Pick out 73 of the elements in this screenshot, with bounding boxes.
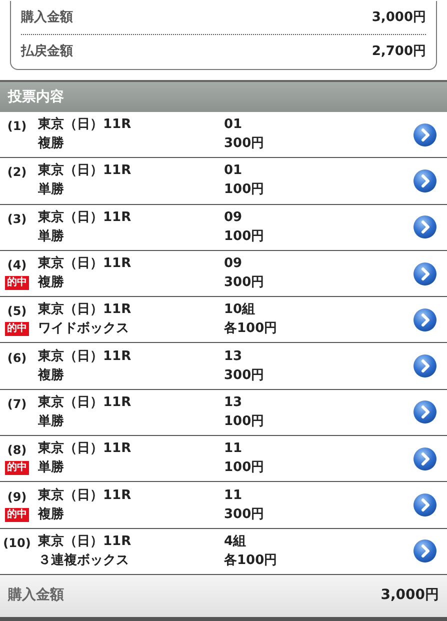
bet-number: (8) [7,442,27,458]
bet-amount: 300円 [224,275,266,292]
bet-amount: 300円 [224,506,266,523]
bet-number: (2) [7,164,27,180]
horse-numbers: 01 [224,163,244,180]
race-name: 東京（日）11R [38,348,132,365]
horse-numbers: 10組 [224,302,256,318]
footer-value: 3,000円 [380,586,439,606]
horse-numbers: 09 [224,256,244,272]
race-name: 東京（日）11R [38,394,132,411]
bet-type: ３連複ボックス [38,552,130,569]
race-name: 東京（日）11R [38,210,132,226]
bet-row[interactable]: (3) 東京（日）11R 単勝 09 100円 [0,204,447,251]
race-name: 東京（日）11R [38,441,132,458]
bet-amount: 各100円 [224,321,278,338]
race-name: 東京（日）11R [38,117,132,134]
bet-type: 単勝 [38,414,65,430]
bet-number: (10) [3,534,31,551]
hit-badge: 的中 [5,276,29,290]
chevron-right-icon[interactable] [413,122,437,147]
footer-label: 購入金額 [8,586,64,606]
chevron-right-icon[interactable] [413,354,437,378]
chevron-right-icon[interactable] [413,215,437,240]
race-name: 東京（日）11R [38,534,132,550]
bet-amount: 300円 [224,136,266,152]
race-name: 東京（日）11R [38,302,132,318]
horse-numbers: 11 [224,441,244,458]
bet-number: (5) [7,303,27,320]
summary-value: 2,700円 [372,43,426,62]
chevron-right-icon[interactable] [413,446,437,471]
bet-type: 複勝 [38,506,65,523]
summary-value: 3,000円 [372,8,426,27]
summary-label: 購入金額 [21,8,73,27]
bet-type: 単勝 [38,460,65,476]
bet-number: (1) [7,118,27,134]
bet-type: 複勝 [38,368,65,384]
bet-amount: 100円 [224,460,266,476]
hit-badge: 的中 [5,322,29,336]
bet-type: 複勝 [38,136,65,152]
bet-type: 複勝 [38,275,65,292]
hit-badge: 的中 [5,508,29,522]
horse-numbers: 09 [224,210,244,226]
section-title: 投票内容 [8,88,64,106]
horse-numbers: 4組 [224,534,248,550]
bet-amount: 100円 [224,414,266,430]
horse-numbers: 11 [224,488,244,504]
bet-type: ワイドボックス [38,321,130,338]
chevron-right-icon[interactable] [413,493,437,518]
bet-number: (7) [7,396,27,412]
bet-type: 単勝 [38,182,65,198]
bet-row[interactable]: (10) 東京（日）11R ３連複ボックス 4組 各100円 [0,528,447,575]
bet-number: (6) [7,350,27,366]
race-name: 東京（日）11R [38,488,132,504]
bet-amount: 300円 [224,368,266,384]
chevron-right-icon[interactable] [413,400,437,424]
horse-numbers: 13 [224,394,244,411]
bet-number: (3) [7,210,27,227]
bet-amount: 100円 [224,182,266,198]
bet-amount: 100円 [224,228,266,245]
horse-numbers: 01 [224,117,244,134]
chevron-right-icon[interactable] [413,308,437,332]
hit-badge: 的中 [5,461,29,476]
bet-number: (9) [7,488,27,505]
bet-amount: 各100円 [224,552,278,569]
race-name: 東京（日）11R [38,256,132,272]
chevron-right-icon[interactable] [413,168,437,193]
summary-label: 払戻金額 [21,42,73,62]
horse-numbers: 13 [224,348,244,365]
bet-type: 単勝 [38,228,65,245]
chevron-right-icon[interactable] [413,539,437,564]
chevron-right-icon[interactable] [413,262,437,286]
race-name: 東京（日）11R [38,163,132,180]
bet-number: (4) [7,257,27,274]
